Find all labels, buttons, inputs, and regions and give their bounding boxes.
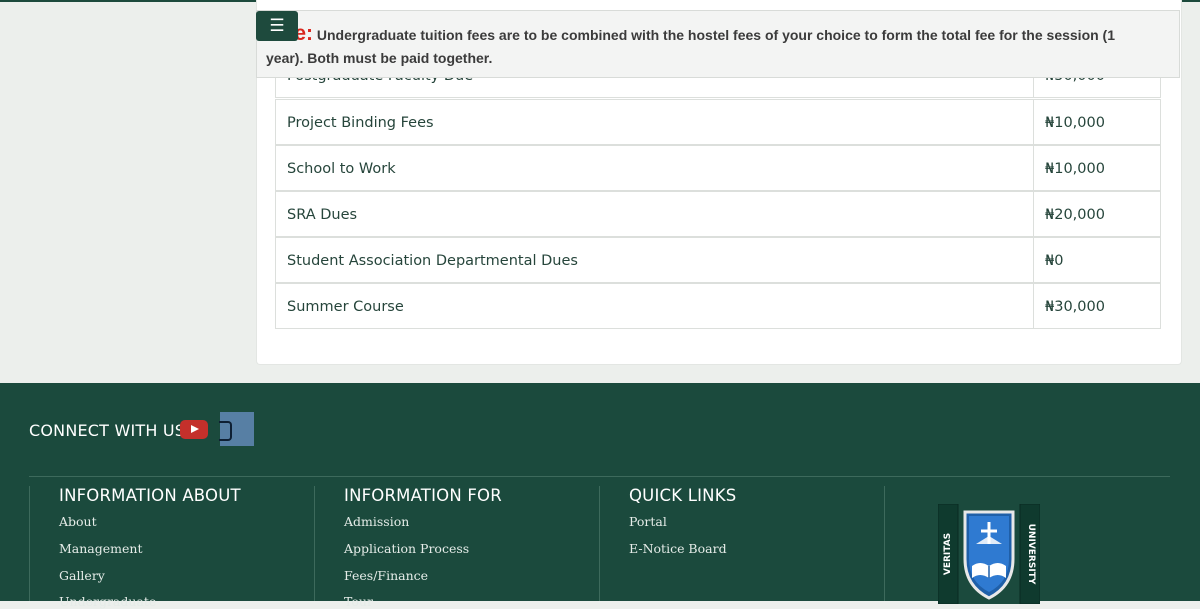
- table-row: Summer Course ₦30,000: [275, 283, 1161, 329]
- fee-name: Student Association Departmental Dues: [275, 237, 1034, 283]
- menu-toggle-button[interactable]: ☰: [256, 11, 298, 41]
- footer-link[interactable]: Undergraduate: [59, 594, 156, 609]
- fee-amount: ₦20,000: [1033, 191, 1161, 237]
- table-row: School to Work ₦10,000: [275, 145, 1161, 191]
- crest-left-text: VERITAS: [943, 533, 953, 575]
- footer-link[interactable]: E-Notice Board: [629, 541, 727, 556]
- footer-link[interactable]: Application Process: [344, 541, 469, 556]
- connect-label: CONNECT WITH US: [29, 421, 186, 440]
- footer-link[interactable]: Management: [59, 541, 142, 556]
- fee-name: Summer Course: [275, 283, 1034, 329]
- fee-amount: ₦10,000: [1033, 99, 1161, 145]
- footer-link[interactable]: Gallery: [59, 568, 105, 583]
- column-title: INFORMATION FOR: [344, 486, 502, 505]
- youtube-icon[interactable]: [180, 420, 208, 439]
- footer-link[interactable]: Tour: [344, 594, 373, 609]
- table-row: SRA Dues ₦20,000: [275, 191, 1161, 237]
- footer-link[interactable]: Fees/Finance: [344, 568, 428, 583]
- footer-column-quick-links: QUICK LINKS Portal E-Notice Board: [599, 486, 886, 601]
- site-footer: CONNECT WITH US INFORMATION ABOUT About …: [0, 383, 1200, 609]
- fee-name: School to Work: [275, 145, 1034, 191]
- table-row: Project Binding Fees ₦10,000: [275, 99, 1161, 145]
- fee-note-banner: e: Undergraduate tuition fees are to be …: [256, 10, 1180, 78]
- university-crest-logo: VERITAS UNIVERSITY: [938, 504, 1040, 604]
- fee-name: Project Binding Fees: [275, 99, 1034, 145]
- column-title: INFORMATION ABOUT: [59, 486, 241, 505]
- fee-name: SRA Dues: [275, 191, 1034, 237]
- footer-column-info-for: INFORMATION FOR Admission Application Pr…: [314, 486, 601, 609]
- fee-amount: ₦0: [1033, 237, 1161, 283]
- footer-column-about: INFORMATION ABOUT About Management Galle…: [29, 486, 316, 609]
- footer-link[interactable]: Admission: [344, 514, 409, 529]
- hamburger-icon: ☰: [269, 16, 285, 36]
- instagram-icon[interactable]: [219, 412, 254, 446]
- column-title: QUICK LINKS: [629, 486, 737, 505]
- note-text: Undergraduate tuition fees are to be com…: [266, 27, 1116, 66]
- fee-amount: ₦10,000: [1033, 145, 1161, 191]
- footer-link[interactable]: About: [59, 514, 97, 529]
- footer-link[interactable]: Portal: [629, 514, 667, 529]
- table-row: Student Association Departmental Dues ₦0: [275, 237, 1161, 283]
- fee-amount: ₦30,000: [1033, 283, 1161, 329]
- crest-right-text: UNIVERSITY: [1026, 524, 1036, 585]
- footer-divider: [29, 476, 1170, 477]
